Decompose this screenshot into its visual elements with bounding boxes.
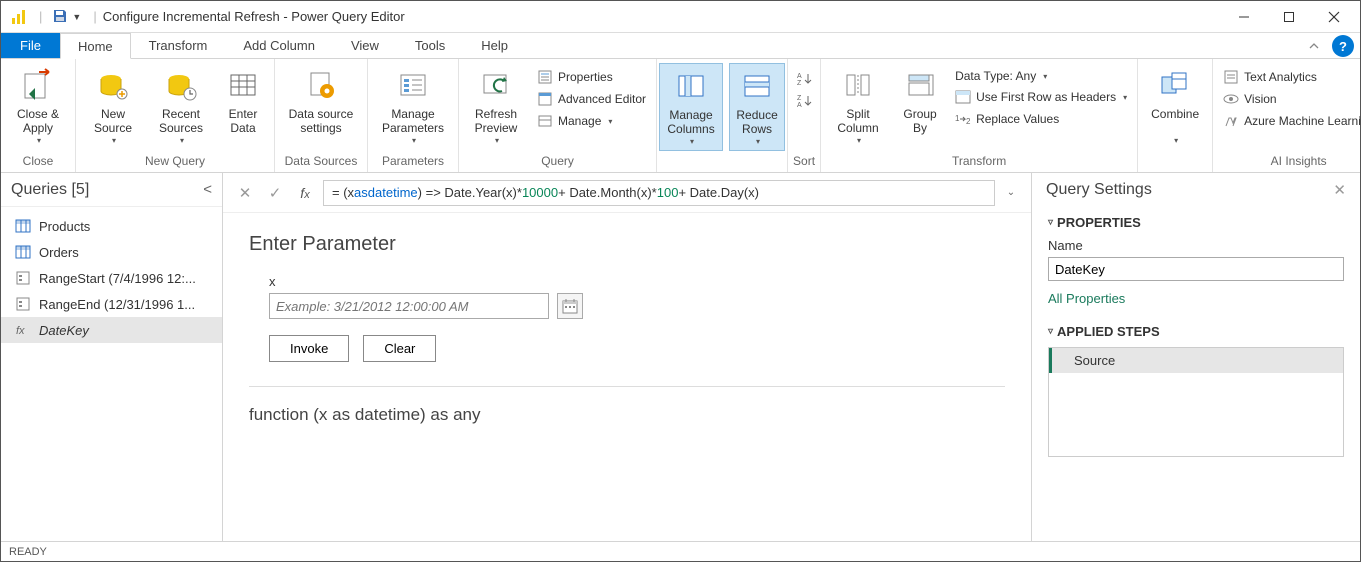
- parameter-label: x: [269, 274, 1005, 289]
- enter-data-button[interactable]: Enter Data: [218, 63, 268, 140]
- group-label-close: Close: [7, 152, 69, 172]
- invoke-button[interactable]: Invoke: [269, 335, 349, 362]
- vision-button[interactable]: Vision: [1219, 89, 1361, 109]
- queries-header: Queries [5]: [11, 181, 89, 199]
- parameter-title: Enter Parameter: [249, 233, 1005, 256]
- properties-button[interactable]: Properties: [533, 67, 650, 87]
- calendar-button[interactable]: [557, 293, 583, 319]
- tab-help[interactable]: Help: [463, 33, 526, 58]
- parameter-icon: [15, 270, 31, 286]
- expand-formula-icon[interactable]: ⌄: [1001, 187, 1021, 198]
- step-source[interactable]: Source: [1049, 348, 1343, 373]
- maximize-button[interactable]: [1266, 2, 1311, 32]
- fx-icon: fx: [293, 185, 317, 201]
- svg-text:fx: fx: [16, 325, 25, 337]
- save-dropdown-caret[interactable]: ▼: [72, 12, 81, 22]
- first-row-headers-button[interactable]: Use First Row as Headers▾: [951, 87, 1131, 107]
- manage-columns-button[interactable]: Manage Columns▾: [659, 63, 723, 151]
- replace-values-button[interactable]: 12Replace Values: [951, 109, 1131, 129]
- collapse-ribbon-icon[interactable]: [1302, 33, 1326, 58]
- window-title: Configure Incremental Refresh - Power Qu…: [103, 9, 405, 24]
- azure-ml-button[interactable]: Azure Machine Learning: [1219, 111, 1361, 131]
- reduce-rows-button[interactable]: Reduce Rows▾: [729, 63, 785, 151]
- status-text: READY: [9, 546, 47, 558]
- parameter-icon: [15, 296, 31, 312]
- manage-parameters-button[interactable]: Manage Parameters▾: [374, 63, 452, 149]
- applied-steps-title[interactable]: ▿APPLIED STEPS: [1048, 324, 1344, 339]
- query-item-datekey[interactable]: fx DateKey: [1, 317, 222, 343]
- all-properties-link[interactable]: All Properties: [1048, 291, 1344, 306]
- group-label-query: Query: [465, 152, 650, 172]
- group-label-sort: Sort: [792, 152, 816, 172]
- tab-file[interactable]: File: [1, 33, 60, 58]
- new-source-button[interactable]: New Source▾: [82, 63, 144, 149]
- group-label-combine: [1144, 152, 1206, 172]
- group-label-parameters: Parameters: [374, 152, 452, 172]
- table-icon: [15, 244, 31, 260]
- name-label: Name: [1048, 238, 1344, 253]
- save-icon[interactable]: [52, 8, 70, 26]
- accept-formula-icon[interactable]: ✓: [263, 181, 287, 205]
- query-item-rangeend[interactable]: RangeEnd (12/31/1996 1...: [1, 291, 222, 317]
- svg-text:1: 1: [955, 114, 960, 123]
- close-window-button[interactable]: [1311, 2, 1356, 32]
- svg-text:Z: Z: [797, 95, 802, 102]
- svg-text:2: 2: [966, 117, 971, 126]
- tab-view[interactable]: View: [333, 33, 397, 58]
- manage-button[interactable]: Manage▾: [533, 111, 650, 131]
- svg-text:A: A: [797, 73, 802, 80]
- divider: |: [39, 9, 42, 24]
- text-analytics-button[interactable]: Text Analytics: [1219, 67, 1361, 87]
- settings-title: Query Settings: [1046, 181, 1152, 199]
- split-column-button[interactable]: Split Column▾: [827, 63, 889, 149]
- function-signature: function (x as datetime) as any: [249, 405, 1005, 425]
- properties-section-title[interactable]: ▿PROPERTIES: [1048, 215, 1344, 230]
- divider: |: [93, 9, 96, 24]
- advanced-editor-button[interactable]: Advanced Editor: [533, 89, 650, 109]
- query-item-orders[interactable]: Orders: [1, 239, 222, 265]
- group-label-new-query: New Query: [82, 152, 268, 172]
- minimize-button[interactable]: [1221, 2, 1266, 32]
- recent-sources-button[interactable]: Recent Sources▾: [150, 63, 212, 149]
- collapse-queries-icon[interactable]: <: [203, 181, 212, 198]
- cancel-formula-icon[interactable]: ✕: [233, 181, 257, 205]
- parameter-input[interactable]: [269, 293, 549, 319]
- group-label-ai-insights: AI Insights: [1219, 152, 1361, 172]
- query-item-products[interactable]: Products: [1, 213, 222, 239]
- refresh-preview-button[interactable]: Refresh Preview▾: [465, 63, 527, 149]
- close-apply-button[interactable]: Close & Apply▾: [7, 63, 69, 149]
- clear-button[interactable]: Clear: [363, 335, 436, 362]
- tab-add-column[interactable]: Add Column: [225, 33, 333, 58]
- sort-desc-button[interactable]: ZA: [792, 91, 816, 111]
- data-source-settings-button[interactable]: Data source settings: [281, 63, 361, 140]
- function-icon: fx: [15, 322, 31, 338]
- help-icon[interactable]: ?: [1332, 35, 1354, 57]
- tab-tools[interactable]: Tools: [397, 33, 463, 58]
- sort-asc-button[interactable]: AZ: [792, 69, 816, 89]
- close-settings-icon[interactable]: ✕: [1333, 181, 1346, 199]
- group-label-manage-columns: [659, 152, 785, 172]
- table-icon: [15, 218, 31, 234]
- formula-input[interactable]: = (x as datetime) => Date.Year(x)*10000 …: [323, 180, 995, 206]
- combine-button[interactable]: Combine▾: [1144, 63, 1206, 149]
- svg-text:A: A: [797, 102, 802, 109]
- app-icon: [11, 9, 27, 25]
- name-input[interactable]: [1048, 257, 1344, 281]
- group-by-button[interactable]: Group By: [895, 63, 945, 140]
- data-type-button[interactable]: Data Type: Any▾: [951, 67, 1131, 85]
- group-label-transform: Transform: [827, 152, 1131, 172]
- group-label-data-sources: Data Sources: [281, 152, 361, 172]
- query-item-rangestart[interactable]: RangeStart (7/4/1996 12:...: [1, 265, 222, 291]
- svg-text:Z: Z: [797, 80, 802, 87]
- tab-home[interactable]: Home: [60, 33, 131, 59]
- tab-transform[interactable]: Transform: [131, 33, 226, 58]
